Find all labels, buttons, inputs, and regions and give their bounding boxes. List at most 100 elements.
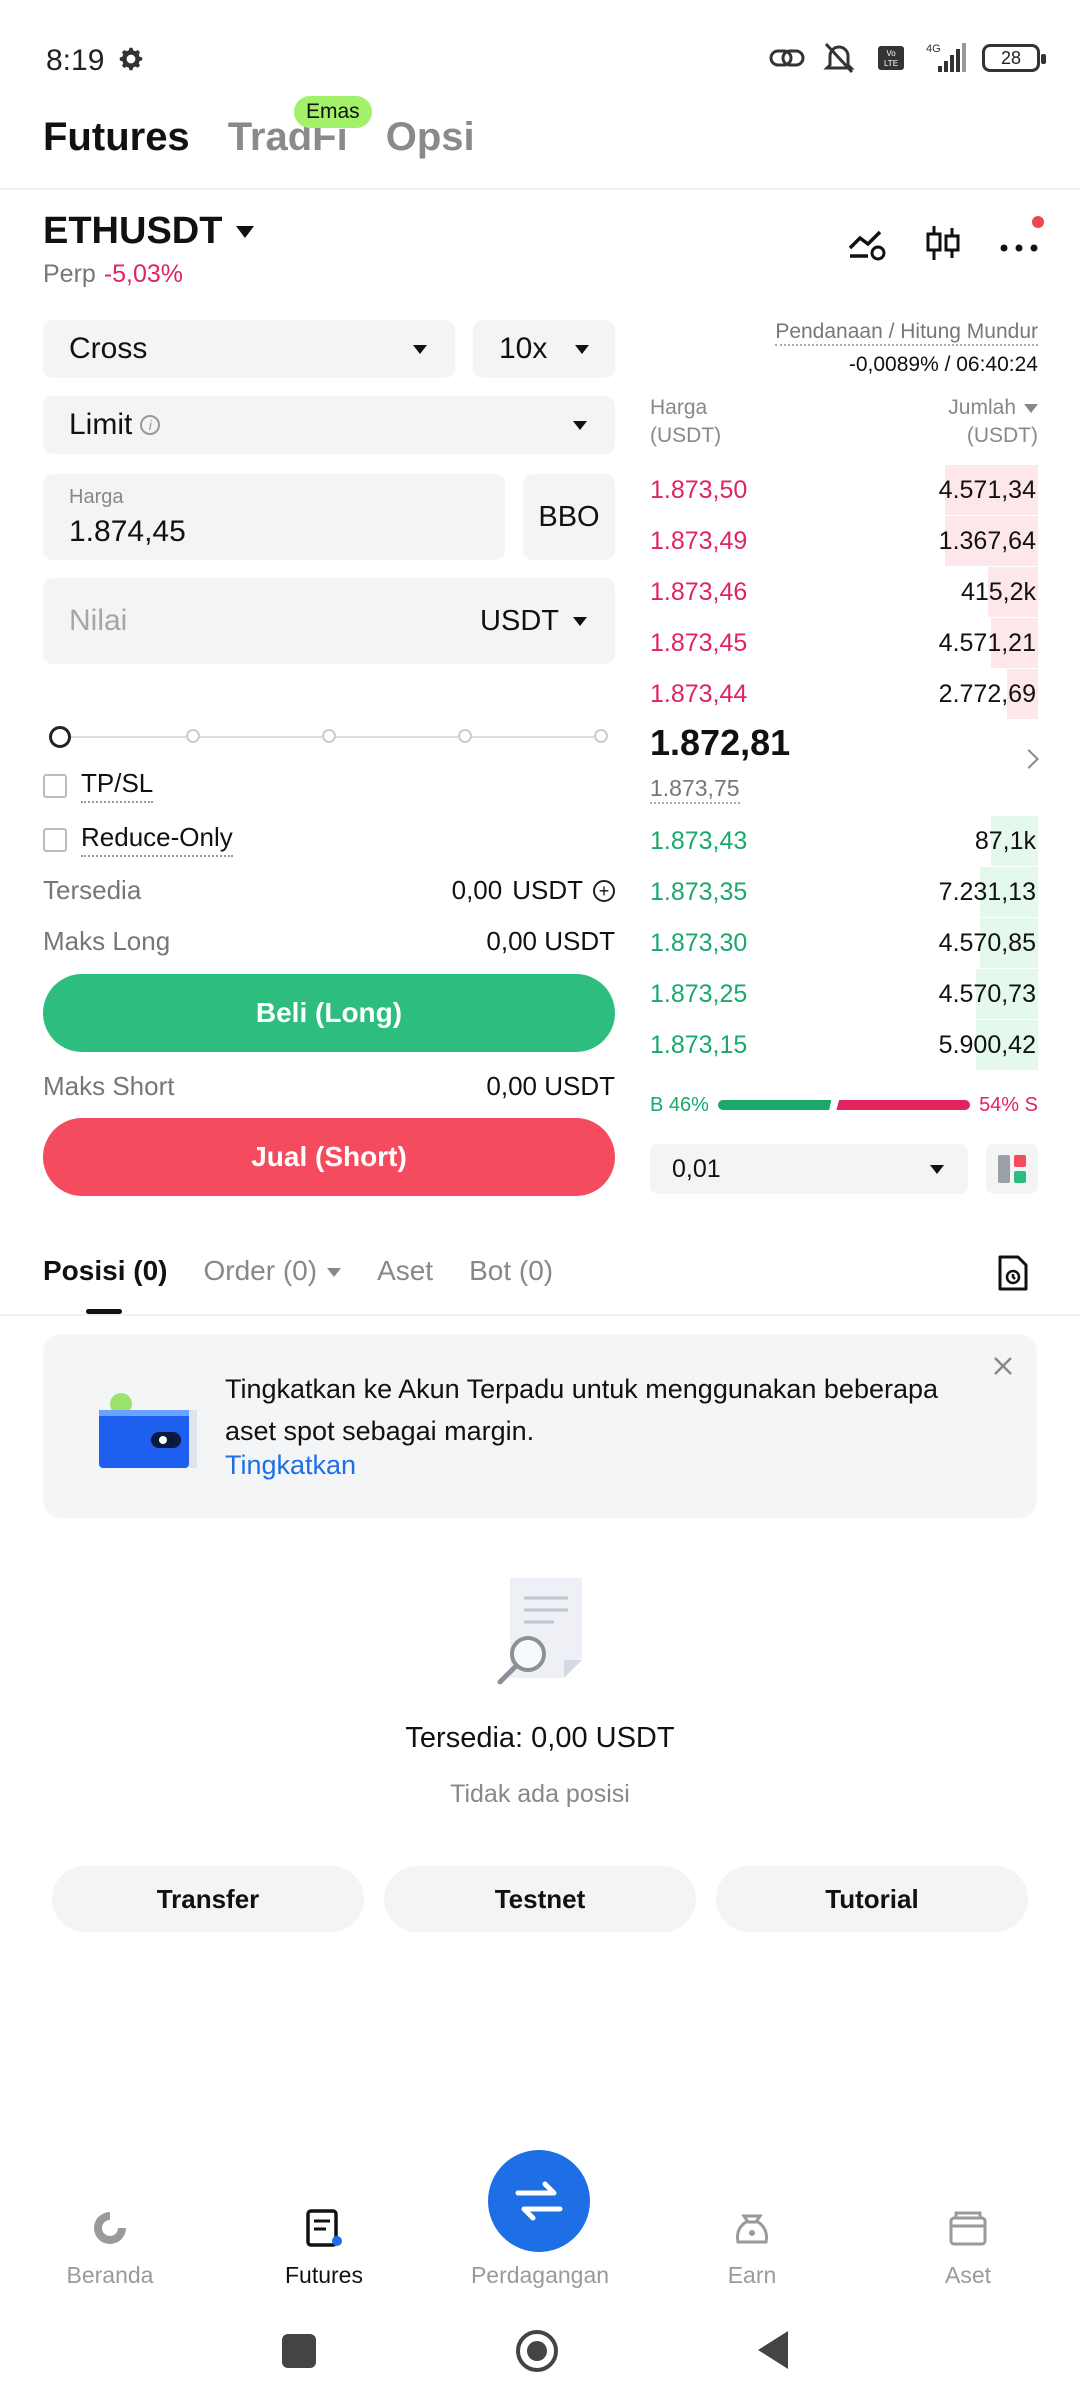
value-unit-select[interactable]: USDT [480,605,587,638]
reduce-only-checkbox[interactable]: Reduce-Only [43,822,233,857]
slider-step[interactable] [594,729,608,743]
tab-opsi[interactable]: Opsi [386,115,475,160]
value-unit: USDT [480,604,559,637]
leverage-select[interactable]: 10x [473,320,615,378]
tutorial-button[interactable]: Tutorial [716,1866,1028,1932]
nav-futures[interactable]: Futures [224,2262,424,2289]
bid-qty: 4.570,73 [938,979,1036,1008]
mark-price[interactable]: 1.873,75 [650,775,740,804]
available-unit: USDT [512,875,583,905]
more-menu-button[interactable] [998,216,1044,264]
tab-bots[interactable]: Bot (0) [469,1255,553,1287]
order-type-select[interactable]: Limit i [43,396,615,454]
bid-row[interactable]: 1.873,15 5.900,42 [650,1020,1038,1070]
available-label: Tersedia [43,875,142,905]
pair-dropdown-icon[interactable] [236,226,254,238]
tab-orders[interactable]: Order (0) [203,1255,342,1287]
ask-price: 1.873,46 [650,577,748,606]
nav-trade[interactable]: Perdagangan [440,2262,640,2289]
max-short: Maks Short 0,00 USDT [43,1071,615,1102]
chevron-down-icon [573,616,587,626]
bbo-button[interactable]: BBO [523,474,615,560]
testnet-button[interactable]: Testnet [384,1866,696,1932]
max-long: Maks Long 0,00 USDT [43,926,615,957]
add-funds-icon[interactable]: + [593,879,615,902]
checkbox-box[interactable] [43,827,67,852]
slider-step[interactable] [458,729,472,743]
trade-fab-button[interactable] [488,2150,590,2252]
upgrade-link[interactable]: Tingkatkan [225,1450,356,1481]
price-alert-icon[interactable] [846,222,888,264]
pair-change: -5,03% [103,260,184,288]
tab-futures[interactable]: Futures [43,115,190,160]
ask-row[interactable]: 1.873,44 2.772,69 [650,669,1038,719]
checkbox-box[interactable] [43,773,67,798]
pair-subtitle: Perp -5,03% [43,260,183,289]
info-icon[interactable]: i [140,415,161,435]
bid-row[interactable]: 1.873,43 87,1k [650,816,1038,866]
precision-select[interactable]: 0,01 [650,1144,968,1194]
bid-row[interactable]: 1.873,30 4.570,85 [650,918,1038,968]
svg-text:4G: 4G [926,43,941,55]
status-bar: 8:19 Vo LTE 4G 28 [0,0,1080,120]
ask-qty: 1.367,64 [938,526,1036,555]
ask-row[interactable]: 1.873,45 4.571,21 [650,618,1038,668]
transfer-button[interactable]: Transfer [52,1866,364,1932]
funding-label[interactable]: Pendanaan / Hitung Mundur [775,320,1038,346]
bid-row[interactable]: 1.873,35 7.231,13 [650,867,1038,917]
back-button[interactable] [758,2331,788,2369]
funding-value: -0,0089% / 06:40:24 [848,353,1038,376]
ask-row[interactable]: 1.873,46 415,2k [650,567,1038,617]
close-icon[interactable] [991,1354,1015,1378]
tpsl-checkbox[interactable]: TP/SL [43,768,154,803]
ask-price: 1.873,49 [650,526,748,555]
chevron-down-icon [575,344,589,354]
max-short-value: 0,00 USDT [486,1071,615,1101]
order-history-icon[interactable] [996,1254,1030,1292]
banner-message: Tingkatkan ke Akun Terpadu untuk menggun… [225,1374,939,1446]
margin-mode-select[interactable]: Cross [43,320,455,378]
ask-row[interactable]: 1.873,49 1.367,64 [650,516,1038,566]
ask-qty: 4.571,21 [938,628,1036,657]
ask-row[interactable]: 1.873,50 4.571,34 [650,465,1038,515]
home-icon [94,2212,126,2244]
tab-assets[interactable]: Aset [377,1255,433,1287]
recent-apps-button[interactable] [282,2334,316,2368]
nav-earn[interactable]: Earn [652,2262,852,2289]
buy-ratio-label: B 46% [650,1093,709,1116]
bid-price: 1.873,35 [650,877,748,906]
chevron-right-icon[interactable] [1019,749,1039,769]
amount-slider[interactable] [49,726,608,748]
bid-price: 1.873,43 [650,826,748,855]
home-button[interactable] [516,2330,558,2372]
buy-long-button[interactable]: Beli (Long) [43,974,615,1052]
pair-actions [846,216,1044,264]
margin-mode-value: Cross [69,332,148,365]
slider-handle[interactable] [49,726,71,748]
slider-step[interactable] [186,729,200,743]
candlestick-chart-icon[interactable] [922,222,964,264]
price-input[interactable]: Harga 1.874,45 [43,474,505,560]
nav-home[interactable]: Beranda [10,2262,210,2289]
svg-text:Vo: Vo [886,49,896,58]
ask-qty: 2.772,69 [938,679,1036,708]
ask-price: 1.873,44 [650,679,748,708]
sell-ratio-bar [836,1100,970,1110]
nav-assets[interactable]: Aset [868,2262,1068,2289]
orderbook-layout-button[interactable] [986,1144,1038,1194]
ratio-bar [718,1100,970,1110]
value-input[interactable]: Nilai USDT [43,578,615,664]
orderbook-qty-header[interactable]: Jumlah (USDT) [948,394,1038,450]
bid-price: 1.873,15 [650,1030,748,1059]
slider-step[interactable] [322,729,336,743]
bid-row[interactable]: 1.873,25 4.570,73 [650,969,1038,1019]
chevron-down-icon [413,344,427,354]
sell-short-button[interactable]: Jual (Short) [43,1118,615,1196]
tab-positions[interactable]: Posisi (0) [43,1255,167,1287]
pair-name[interactable]: ETHUSDT [43,210,222,253]
bell-off-icon [823,42,855,74]
ask-price: 1.873,45 [650,628,748,657]
ask-price: 1.873,50 [650,475,748,504]
divider [0,188,1080,190]
empty-message: Tidak ada posisi [450,1780,630,1808]
